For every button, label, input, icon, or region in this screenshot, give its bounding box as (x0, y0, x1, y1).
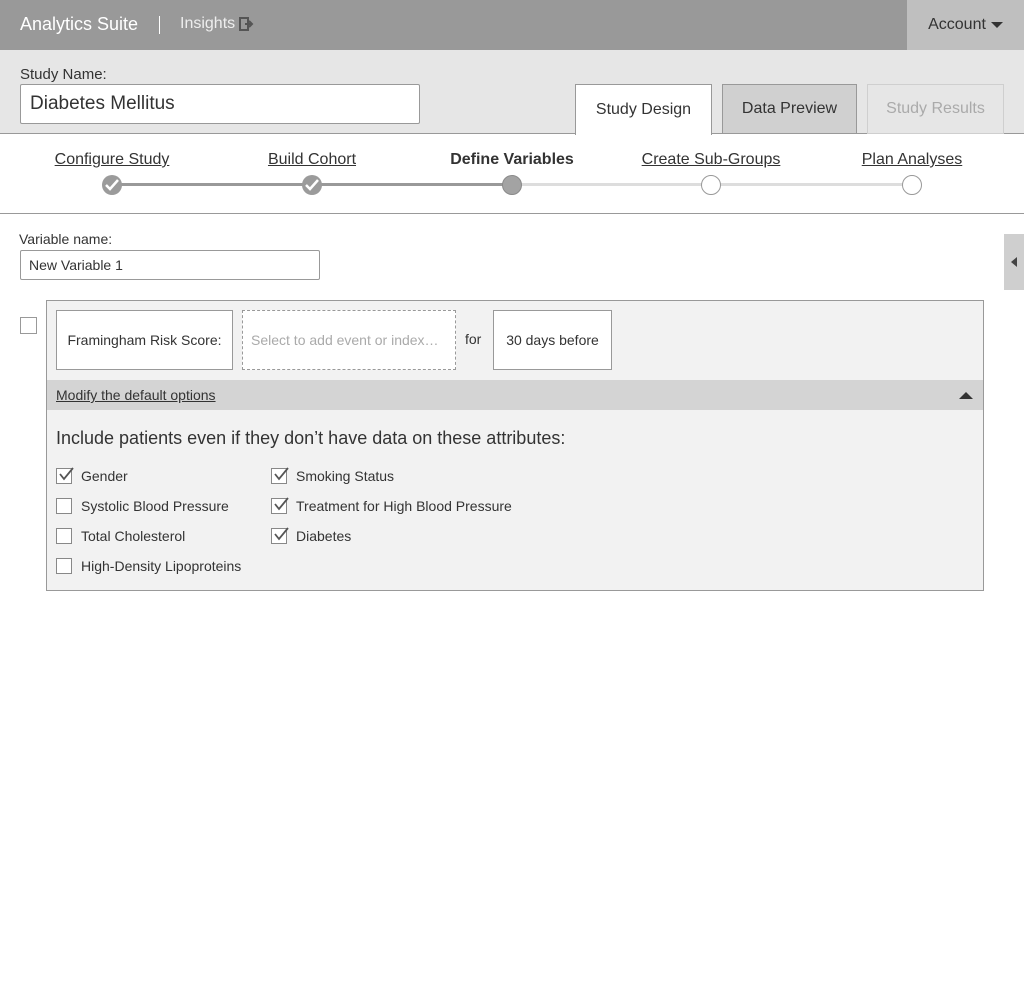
for-label: for (465, 331, 482, 347)
tab-study-design[interactable]: Study Design (575, 84, 712, 135)
step-build-cohort[interactable]: Build Cohort (268, 151, 356, 169)
attribute-label: Diabetes (296, 528, 352, 544)
checkbox[interactable] (56, 528, 72, 544)
caret-up-icon[interactable] (959, 392, 973, 399)
attribute-systolic-bp[interactable]: Systolic Blood Pressure (56, 498, 229, 514)
attribute-diabetes[interactable]: Diabetes (271, 527, 352, 544)
attribute-label: Treatment for High Blood Pressure (296, 498, 512, 514)
check-icon (59, 467, 74, 481)
checkbox[interactable] (271, 527, 289, 544)
check-icon (274, 497, 289, 511)
time-window-chip[interactable]: 30 days before (493, 310, 612, 370)
stepper-divider (0, 213, 1024, 214)
step-complete-check-icon[interactable] (302, 175, 322, 195)
step-configure-study[interactable]: Configure Study (55, 151, 170, 169)
include-patients-heading: Include patients even if they don’t have… (56, 428, 566, 448)
options-toggle-bar[interactable]: Modify the default options (47, 380, 983, 410)
caret-down-icon (990, 22, 1003, 28)
risk-score-chip[interactable]: Framingham Risk Score: (56, 310, 233, 370)
checkbox[interactable] (56, 467, 74, 484)
tab-study-results: Study Results (867, 84, 1004, 134)
checkbox[interactable] (56, 558, 72, 574)
modify-options-link[interactable]: Modify the default options (56, 387, 216, 403)
variable-name-input[interactable]: New Variable 1 (20, 250, 320, 280)
checkbox[interactable] (271, 467, 289, 484)
attribute-label: Systolic Blood Pressure (81, 498, 229, 514)
attribute-total-cholesterol[interactable]: Total Cholesterol (56, 528, 185, 544)
add-event-dropzone[interactable]: Select to add event or index… (242, 310, 456, 370)
step-current-node (502, 175, 522, 195)
top-bar: Analytics Suite Insights Account (0, 0, 1024, 50)
title-divider (159, 16, 160, 34)
study-name-label: Study Name: (20, 66, 107, 83)
attribute-hdl[interactable]: High-Density Lipoproteins (56, 558, 241, 574)
variable-definition-panel: Framingham Risk Score: Select to add eve… (46, 300, 984, 591)
attribute-label: Smoking Status (296, 468, 395, 484)
attribute-label: Total Cholesterol (81, 528, 186, 544)
variable-name-label: Variable name: (19, 231, 113, 247)
insights-link[interactable]: Insights (180, 15, 255, 33)
exit-arrow-icon (239, 17, 254, 31)
account-label: Account (928, 16, 986, 33)
app-title: Analytics Suite (20, 14, 139, 34)
attribute-label: Gender (81, 468, 128, 484)
step-create-sub-groups[interactable]: Create Sub-Groups (642, 151, 781, 169)
checkbox[interactable] (271, 497, 289, 514)
caret-left-icon (1011, 257, 1017, 267)
check-icon (274, 467, 289, 481)
study-header: Study Name: Diabetes Mellitus Study Desi… (0, 50, 1024, 135)
check-icon (274, 527, 289, 541)
variable-row-checkbox[interactable] (20, 317, 37, 334)
step-todo-node[interactable] (701, 175, 721, 195)
account-menu[interactable]: Account (907, 0, 1024, 50)
step-complete-check-icon[interactable] (102, 175, 122, 195)
insights-label: Insights (180, 15, 236, 32)
checkbox[interactable] (56, 498, 72, 514)
attribute-label: High-Density Lipoproteins (81, 558, 242, 574)
attribute-smoking-status[interactable]: Smoking Status (271, 467, 395, 484)
tab-data-preview[interactable]: Data Preview (722, 84, 857, 134)
attribute-bp-treatment[interactable]: Treatment for High Blood Pressure (271, 497, 512, 514)
step-todo-node[interactable] (902, 175, 922, 195)
step-define-variables: Define Variables (450, 151, 574, 168)
attribute-gender[interactable]: Gender (56, 467, 128, 484)
step-plan-analyses[interactable]: Plan Analyses (862, 151, 963, 169)
study-name-input[interactable]: Diabetes Mellitus (20, 84, 420, 124)
side-panel-toggle[interactable] (1004, 234, 1024, 290)
